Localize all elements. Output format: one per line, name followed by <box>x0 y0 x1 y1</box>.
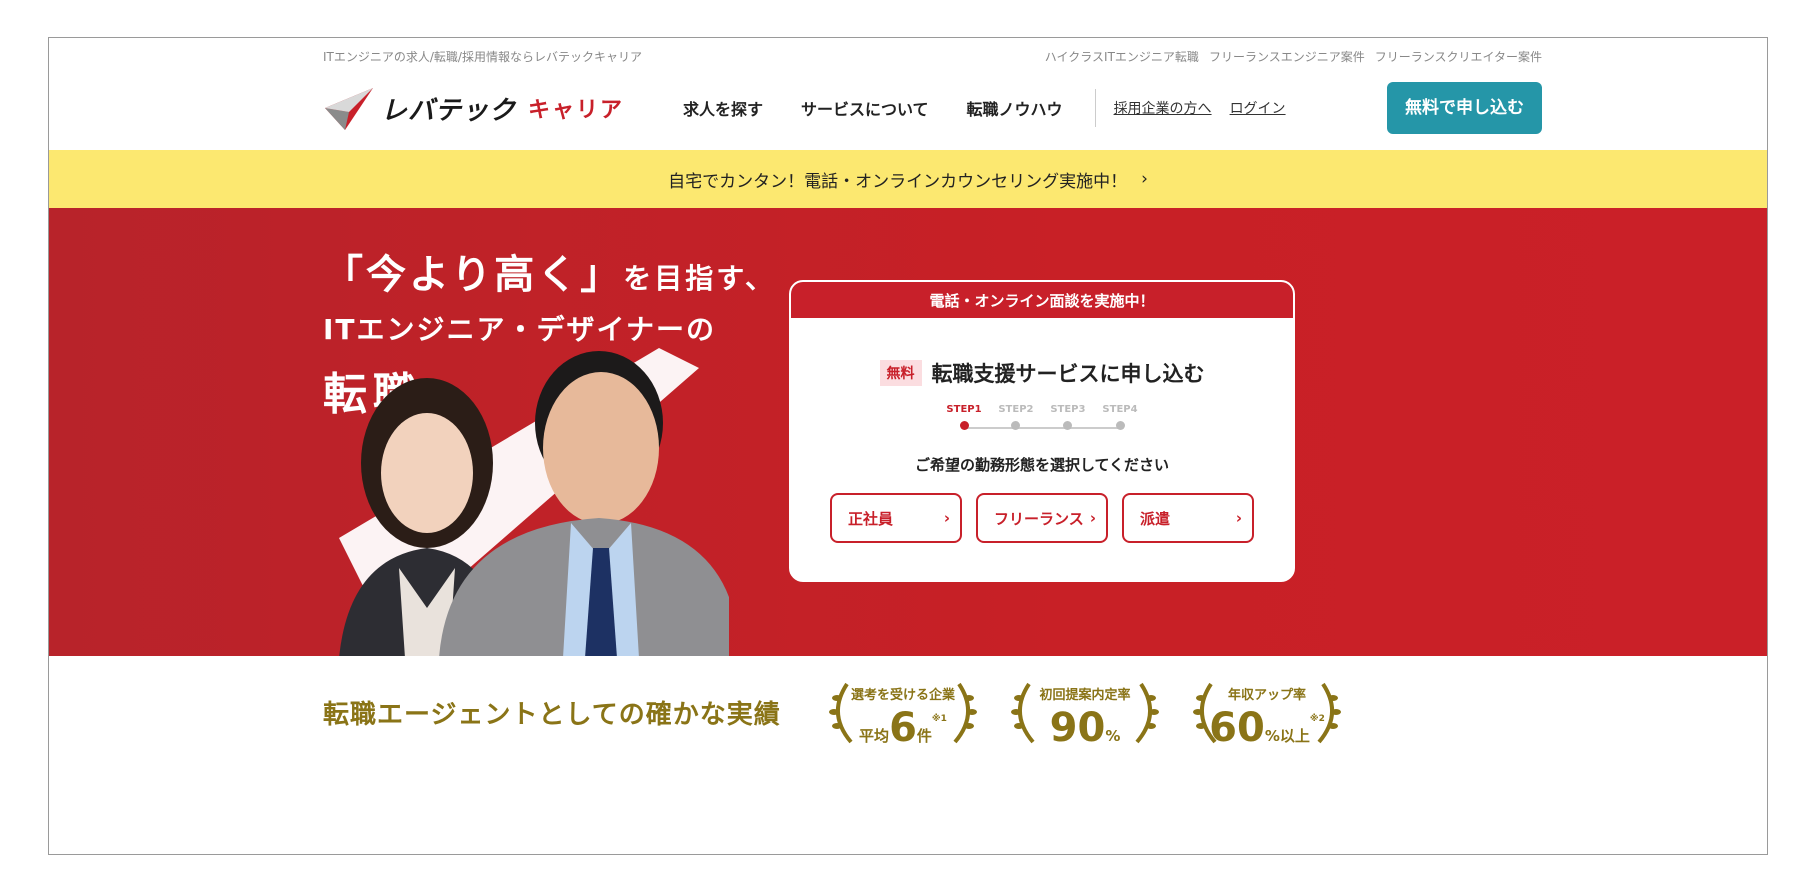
card-title-row: 無料 転職支援サービスに申し込む <box>791 358 1293 388</box>
nav-about-service[interactable]: サービスについて <box>801 96 929 120</box>
site-tagline[interactable]: ITエンジニアの求人/転職/採用情報ならレバテックキャリア <box>323 48 642 68</box>
hero-line-1b: を目指す、 <box>623 262 776 295</box>
logo-mark-icon <box>325 88 373 130</box>
login-link[interactable]: ログイン <box>1230 98 1286 118</box>
award-number: 6 <box>889 705 917 751</box>
employment-type-choices: 正社員 › フリーランス › 派遣 › <box>791 493 1293 543</box>
counseling-notice[interactable]: 自宅でカンタン！電話・オンラインカウンセリング実施中！ › <box>49 150 1767 208</box>
header-sublinks: 採用企業の方へ ログイン <box>1114 98 1286 118</box>
choice-fulltime-button[interactable]: 正社員 › <box>830 493 962 543</box>
step-2: STEP2 <box>990 404 1042 430</box>
choice-dispatch-label: 派遣 <box>1140 509 1171 528</box>
step-2-label: STEP2 <box>998 404 1034 415</box>
logo-main-text: レバテック <box>381 95 517 126</box>
utility-bar: ITエンジニアの求人/転職/採用情報ならレバテックキャリア ハイクラスITエンジ… <box>323 48 1542 68</box>
site-header: レバテック キャリア 求人を探す サービスについて 転職ノウハウ 採用企業の方へ… <box>323 80 1542 136</box>
step-3: STEP3 <box>1042 404 1094 430</box>
hero: 「今より高く」を目指す、 ITエンジニア・デザイナーの 転職 電話・オンライン面… <box>49 208 1767 656</box>
award-offer-rate: 初回提案内定率 90 % <box>1007 680 1163 751</box>
hero-line-1: 「今より高く」を目指す、 <box>323 242 776 300</box>
step-1: STEP1 <box>938 404 990 430</box>
free-badge: 無料 <box>879 360 922 386</box>
award-label: 年収アップ率 <box>1227 688 1306 703</box>
page-frame: ITエンジニアの求人/転職/採用情報ならレバテックキャリア ハイクラスITエンジ… <box>48 37 1768 855</box>
award-unit: 件 <box>916 727 932 745</box>
award-value: 90 % <box>1007 705 1163 751</box>
step-1-dot-icon <box>959 421 969 430</box>
step-2-dot-icon <box>1011 421 1021 430</box>
award-salary-up: 年収アップ率 60 %以上 ※2 <box>1189 680 1345 751</box>
hero-line-1a: 「今より高く」 <box>323 252 624 298</box>
card-header: 電話・オンライン面談を実施中！ <box>791 282 1293 318</box>
logo-sub-text: キャリア <box>528 98 625 123</box>
card-title: 転職支援サービスに申し込む <box>931 362 1205 386</box>
highclass-link[interactable]: ハイクラスITエンジニア転職 <box>1045 48 1199 68</box>
hero-people-image <box>339 348 729 656</box>
step-4-dot-icon <box>1115 421 1125 430</box>
award-unit: %以上 <box>1264 727 1310 745</box>
award-value: 60 %以上 ※2 <box>1189 705 1345 751</box>
award-value: 平均 6 件 ※1 <box>825 705 981 751</box>
freelance-creator-link[interactable]: フリーランスクリエイター案件 <box>1375 48 1542 68</box>
main-nav: 求人を探す サービスについて 転職ノウハウ <box>683 96 1063 120</box>
choice-dispatch-button[interactable]: 派遣 › <box>1122 493 1254 543</box>
choice-fulltime-label: 正社員 <box>848 509 894 528</box>
award-unit: % <box>1105 727 1121 745</box>
chevron-right-icon: › <box>1089 509 1096 527</box>
notice-text: 自宅でカンタン！電話・オンラインカウンセリング実施中！ <box>668 171 1128 192</box>
logo[interactable]: レバテック キャリア <box>323 86 683 130</box>
results-title: 転職エージェントとしての確かな実績 <box>323 700 781 730</box>
award-companies: 選考を受ける企業 平均 6 件 ※1 <box>825 680 981 751</box>
employment-type-question: ご希望の勤務形態を選択してください <box>914 456 1170 474</box>
step-4-label: STEP4 <box>1102 404 1138 415</box>
step-4: STEP4 <box>1094 404 1146 430</box>
award-number: 60 <box>1209 705 1265 751</box>
award-footnote: ※1 <box>931 714 947 724</box>
step-3-label: STEP3 <box>1050 404 1086 415</box>
utility-links: ハイクラスITエンジニア転職 フリーランスエンジニア案件 フリーランスクリエイタ… <box>1045 48 1542 68</box>
step-indicator: STEP1 STEP2 STEP3 STEP4 <box>946 404 1138 444</box>
chevron-right-icon: › <box>1235 509 1242 527</box>
results-band: 転職エージェントとしての確かな実績 選考を受ける企業 平均 6 件 ※1 初回提… <box>49 656 1767 854</box>
nav-career-knowhow[interactable]: 転職ノウハウ <box>967 96 1063 120</box>
freelance-engineer-link[interactable]: フリーランスエンジニア案件 <box>1209 48 1365 68</box>
award-footnote: ※2 <box>1309 714 1325 724</box>
header-divider <box>1094 89 1096 127</box>
chevron-right-icon: › <box>943 509 950 527</box>
award-number: 90 <box>1049 705 1106 751</box>
step-3-dot-icon <box>1063 421 1073 430</box>
choice-freelance-button[interactable]: フリーランス › <box>976 493 1108 543</box>
chevron-right-icon: › <box>1141 169 1148 189</box>
award-label: 初回提案内定率 <box>1039 688 1131 703</box>
nav-find-jobs[interactable]: 求人を探す <box>683 96 763 120</box>
award-prefix: 平均 <box>859 727 890 745</box>
step-1-label: STEP1 <box>946 404 982 415</box>
application-card: 電話・オンライン面談を実施中！ 無料 転職支援サービスに申し込む STEP1 S… <box>789 280 1295 582</box>
employer-link[interactable]: 採用企業の方へ <box>1114 98 1212 118</box>
award-label: 選考を受ける企業 <box>850 688 955 703</box>
apply-free-button[interactable]: 無料で申し込む <box>1387 82 1542 134</box>
choice-freelance-label: フリーランス <box>994 509 1084 528</box>
